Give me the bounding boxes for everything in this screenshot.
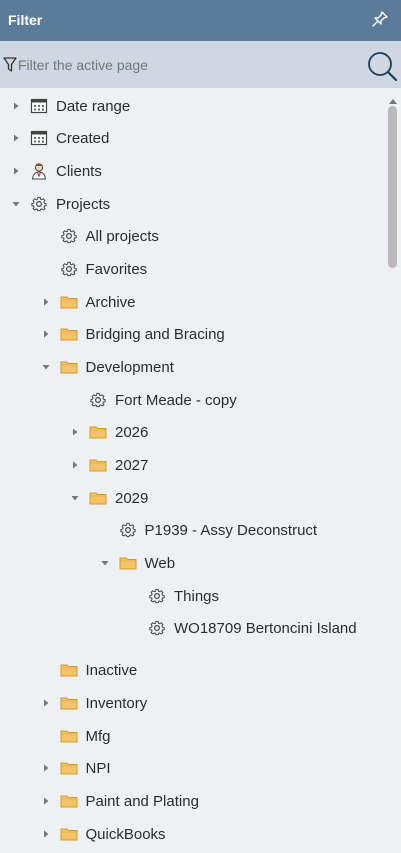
tree-node-label: Development (85, 358, 174, 376)
gear-icon (89, 391, 107, 409)
tree-node-label: Inventory (85, 694, 148, 712)
expand-arrow-icon[interactable] (41, 297, 51, 307)
folder-icon (60, 293, 78, 311)
tree-node-inventory[interactable]: Inventory (43, 689, 148, 717)
tree-node-label: QuickBooks (85, 825, 166, 843)
gear-icon (148, 587, 166, 605)
scroll-up-arrow-icon[interactable] (388, 92, 398, 104)
tree-node-things[interactable]: Things (148, 582, 219, 610)
gear-icon (148, 619, 166, 637)
tree-node-label: Clients (56, 162, 102, 180)
tree-node-favorites[interactable]: Favorites (60, 255, 148, 283)
tree-node-development[interactable]: Development (42, 353, 174, 381)
filter-search-input[interactable] (18, 54, 348, 76)
tree-node-projects[interactable]: Projects (12, 190, 111, 218)
tree-node-clients[interactable]: Clients (14, 157, 102, 185)
tree-node-2026[interactable]: 2026 (73, 418, 149, 446)
folder-icon (60, 792, 78, 810)
tree-node-created[interactable]: Created (14, 124, 110, 152)
tree-node-all-projects[interactable]: All projects (60, 222, 159, 250)
tree-node-label: 2029 (115, 489, 149, 507)
gear-icon (60, 260, 78, 278)
tree-node-paint-and-plating[interactable]: Paint and Plating (43, 787, 199, 815)
collapse-arrow-icon[interactable] (11, 199, 21, 209)
tree-node-label: Web (144, 554, 176, 572)
expand-arrow-icon[interactable] (11, 166, 21, 176)
tree-node-archive[interactable]: Archive (43, 288, 136, 316)
filter-panel-header: Filter (0, 0, 401, 41)
panel-title: Filter (8, 12, 43, 28)
tree-node-label: 2026 (115, 423, 149, 441)
folder-icon (89, 489, 107, 507)
folder-icon (60, 661, 78, 679)
folder-icon (60, 358, 78, 376)
tree-node-label: 2027 (115, 456, 149, 474)
funnel-icon (3, 57, 17, 73)
collapse-arrow-icon[interactable] (70, 493, 80, 503)
tree-node-label: Fort Meade - copy (115, 391, 237, 409)
expand-arrow-icon[interactable] (11, 101, 21, 111)
gear-icon (30, 195, 48, 213)
tree-node-label: P1939 - Assy Deconstruct (144, 521, 318, 539)
tree-node-label: Paint and Plating (85, 792, 199, 810)
tree-node-wo18709-bertoncini-island[interactable]: WO18709 Bertoncini Island (148, 614, 357, 642)
calendar-icon (30, 129, 48, 147)
expand-arrow-icon[interactable] (11, 133, 21, 143)
folder-icon (119, 554, 137, 572)
tree-node-p1939-assy-deconstruct[interactable]: P1939 - Assy Deconstruct (119, 516, 318, 544)
folder-icon (89, 423, 107, 441)
tree-node-label: Favorites (85, 260, 148, 278)
collapse-arrow-icon[interactable] (41, 362, 51, 372)
folder-icon (60, 694, 78, 712)
expand-arrow-icon[interactable] (41, 829, 51, 839)
pin-icon[interactable] (371, 10, 389, 30)
tree-node-date-range[interactable]: Date range (14, 92, 131, 120)
tree-node-label: Bridging and Bracing (85, 325, 225, 343)
scrollbar-thumb[interactable] (388, 106, 397, 268)
folder-icon (60, 825, 78, 843)
filter-tree: Date range Created Clients Projects All proj… (0, 88, 386, 853)
search-icon[interactable] (366, 50, 398, 82)
tree-node-label: NPI (85, 759, 111, 777)
expand-arrow-icon[interactable] (41, 763, 51, 773)
tree-node-npi[interactable]: NPI (43, 754, 111, 782)
tree-node-label: Projects (56, 195, 111, 213)
person-icon (30, 162, 48, 180)
tree-node-label: Archive (85, 293, 136, 311)
tree-node-label: Date range (56, 97, 131, 115)
expand-arrow-icon[interactable] (41, 698, 51, 708)
gear-icon (119, 521, 137, 539)
collapse-arrow-icon[interactable] (100, 558, 110, 568)
gear-icon (60, 227, 78, 245)
tree-node-2029[interactable]: 2029 (71, 484, 149, 512)
tree-node-label: Mfg (85, 727, 111, 745)
tree-node-2027[interactable]: 2027 (73, 451, 149, 479)
tree-node-label: WO18709 Bertoncini Island (174, 619, 357, 637)
expand-arrow-icon[interactable] (41, 329, 51, 339)
expand-arrow-icon[interactable] (70, 427, 80, 437)
tree-node-label: Created (56, 129, 110, 147)
expand-arrow-icon[interactable] (41, 796, 51, 806)
tree-node-inactive[interactable]: Inactive (60, 656, 138, 684)
folder-icon (60, 325, 78, 343)
tree-node-label: All projects (85, 227, 159, 245)
search-bar (0, 41, 401, 88)
tree-node-bridging-and-bracing[interactable]: Bridging and Bracing (43, 320, 225, 348)
tree-node-label: Inactive (85, 661, 138, 679)
calendar-icon (30, 97, 48, 115)
tree-node-mfg[interactable]: Mfg (60, 722, 111, 750)
folder-icon (89, 456, 107, 474)
tree-node-fort-meade-copy[interactable]: Fort Meade - copy (89, 386, 237, 414)
tree-node-label: Things (174, 587, 220, 605)
tree-node-web[interactable]: Web (101, 549, 176, 577)
tree-node-quickbooks[interactable]: QuickBooks (43, 820, 166, 848)
folder-icon (60, 759, 78, 777)
folder-icon (60, 727, 78, 745)
expand-arrow-icon[interactable] (70, 460, 80, 470)
